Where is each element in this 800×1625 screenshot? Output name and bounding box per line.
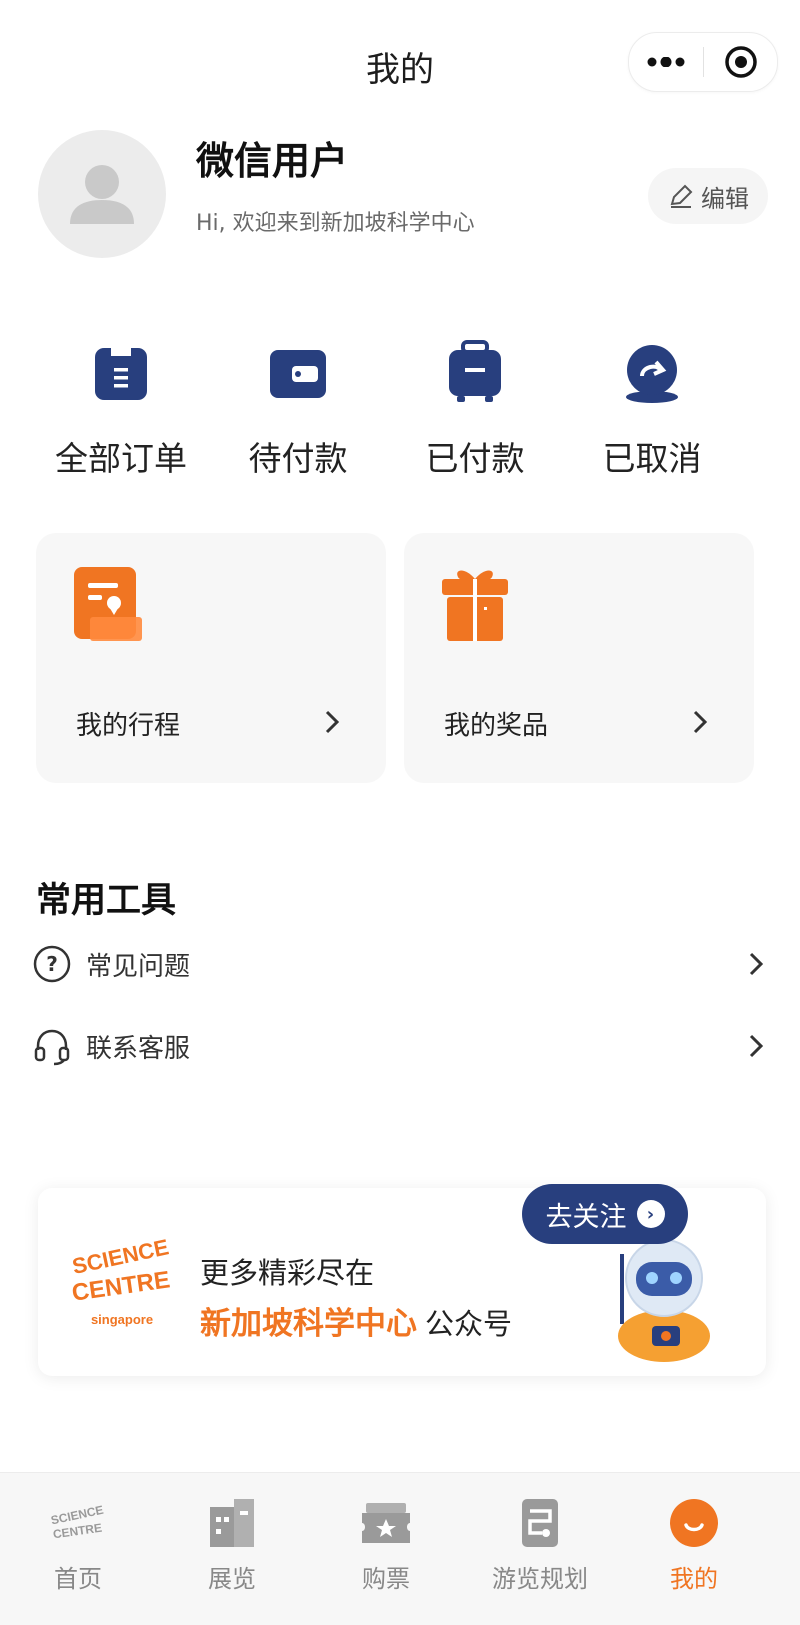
chevron-right-icon: [324, 709, 340, 739]
tab-visit-plan-label: 游览规划: [492, 1565, 588, 1593]
tools-section-title: 常用工具: [36, 881, 177, 921]
banner-line2: 新加坡科学中心 公众号: [200, 1298, 512, 1343]
my-prizes-card[interactable]: 我的奖品: [404, 533, 754, 783]
my-itinerary-label: 我的行程: [76, 711, 181, 741]
avatar[interactable]: [38, 130, 166, 258]
banner-line1: 更多精彩尽在: [200, 1256, 375, 1290]
ticket-star-icon: [358, 1495, 414, 1551]
follow-label: 去关注: [545, 1201, 627, 1233]
banner-highlight: 新加坡科学中心: [200, 1306, 417, 1342]
my-itinerary-card[interactable]: 我的行程: [36, 533, 386, 783]
question-circle-icon: ?: [33, 945, 71, 983]
chevron-right-icon: [749, 952, 764, 976]
tab-exhibitions[interactable]: 展览: [162, 1495, 302, 1594]
pencil-icon: [670, 184, 693, 208]
chevron-right-icon: [692, 709, 708, 739]
my-prizes-label: 我的奖品: [444, 711, 549, 741]
faq-label: 常见问题: [86, 951, 191, 982]
order-cancelled-button[interactable]: 已取消: [572, 340, 732, 480]
user-name: 微信用户: [196, 139, 349, 183]
tab-home-label: 首页: [54, 1565, 102, 1593]
tab-me-label: 我的: [670, 1565, 718, 1593]
contact-service-label: 联系客服: [86, 1033, 191, 1064]
edit-profile-button[interactable]: 编辑: [648, 168, 768, 224]
order-unpaid-button[interactable]: 待付款: [218, 340, 378, 480]
science-centre-logo-icon: SCIENCE CENTRE singapore: [70, 1236, 172, 1327]
tab-me[interactable]: 我的: [624, 1495, 764, 1594]
order-cancelled-label: 已取消: [602, 439, 702, 478]
faq-row[interactable]: ? 常见问题: [32, 934, 764, 994]
tab-exhibitions-label: 展览: [208, 1565, 256, 1593]
edit-label: 编辑: [701, 184, 749, 213]
gift-icon: [440, 563, 510, 647]
chevron-right-icon: [749, 1034, 764, 1058]
default-avatar-icon: [70, 165, 134, 224]
more-dots-icon: [647, 57, 685, 67]
more-button[interactable]: [629, 33, 703, 91]
order-all-label: 全部订单: [55, 439, 187, 478]
refresh-return-icon: [620, 340, 684, 404]
smile-face-icon: [666, 1495, 722, 1551]
clipboard-icon: [89, 340, 153, 404]
bottom-tab-bar: SCIENCE CENTRE 首页 展览 购票 游览规划 我的: [0, 1472, 800, 1625]
science-centre-logo-icon: SCIENCE CENTRE: [50, 1495, 106, 1551]
welcome-text: Hi, 欢迎来到新加坡科学中心: [196, 211, 475, 236]
itinerary-location-icon: [72, 563, 142, 647]
order-unpaid-label: 待付款: [248, 439, 348, 478]
banner-suffix: 公众号: [425, 1307, 513, 1341]
svg-text:?: ?: [46, 952, 58, 976]
follow-button[interactable]: 去关注 ›: [522, 1184, 688, 1244]
tab-home[interactable]: SCIENCE CENTRE 首页: [8, 1495, 148, 1594]
tab-tickets-label: 购票: [362, 1565, 410, 1593]
mini-program-capsule: [628, 32, 778, 92]
route-plan-icon: [512, 1495, 568, 1551]
order-all-button[interactable]: 全部订单: [41, 340, 201, 480]
headset-icon: [34, 1029, 70, 1066]
close-button[interactable]: [704, 33, 777, 91]
tab-tickets[interactable]: 购票: [316, 1495, 456, 1594]
chevron-right-circle-icon: ›: [636, 1200, 665, 1228]
logo-text-singapore: singapore: [91, 1312, 153, 1327]
wallet-icon: [266, 340, 330, 404]
buildings-icon: [204, 1495, 260, 1551]
order-paid-label: 已付款: [425, 439, 525, 478]
tab-visit-plan[interactable]: 游览规划: [470, 1495, 610, 1594]
suitcase-icon: [443, 340, 507, 404]
target-circle-icon: [724, 46, 757, 78]
contact-service-row[interactable]: 联系客服: [32, 1016, 764, 1076]
order-paid-button[interactable]: 已付款: [395, 340, 555, 480]
